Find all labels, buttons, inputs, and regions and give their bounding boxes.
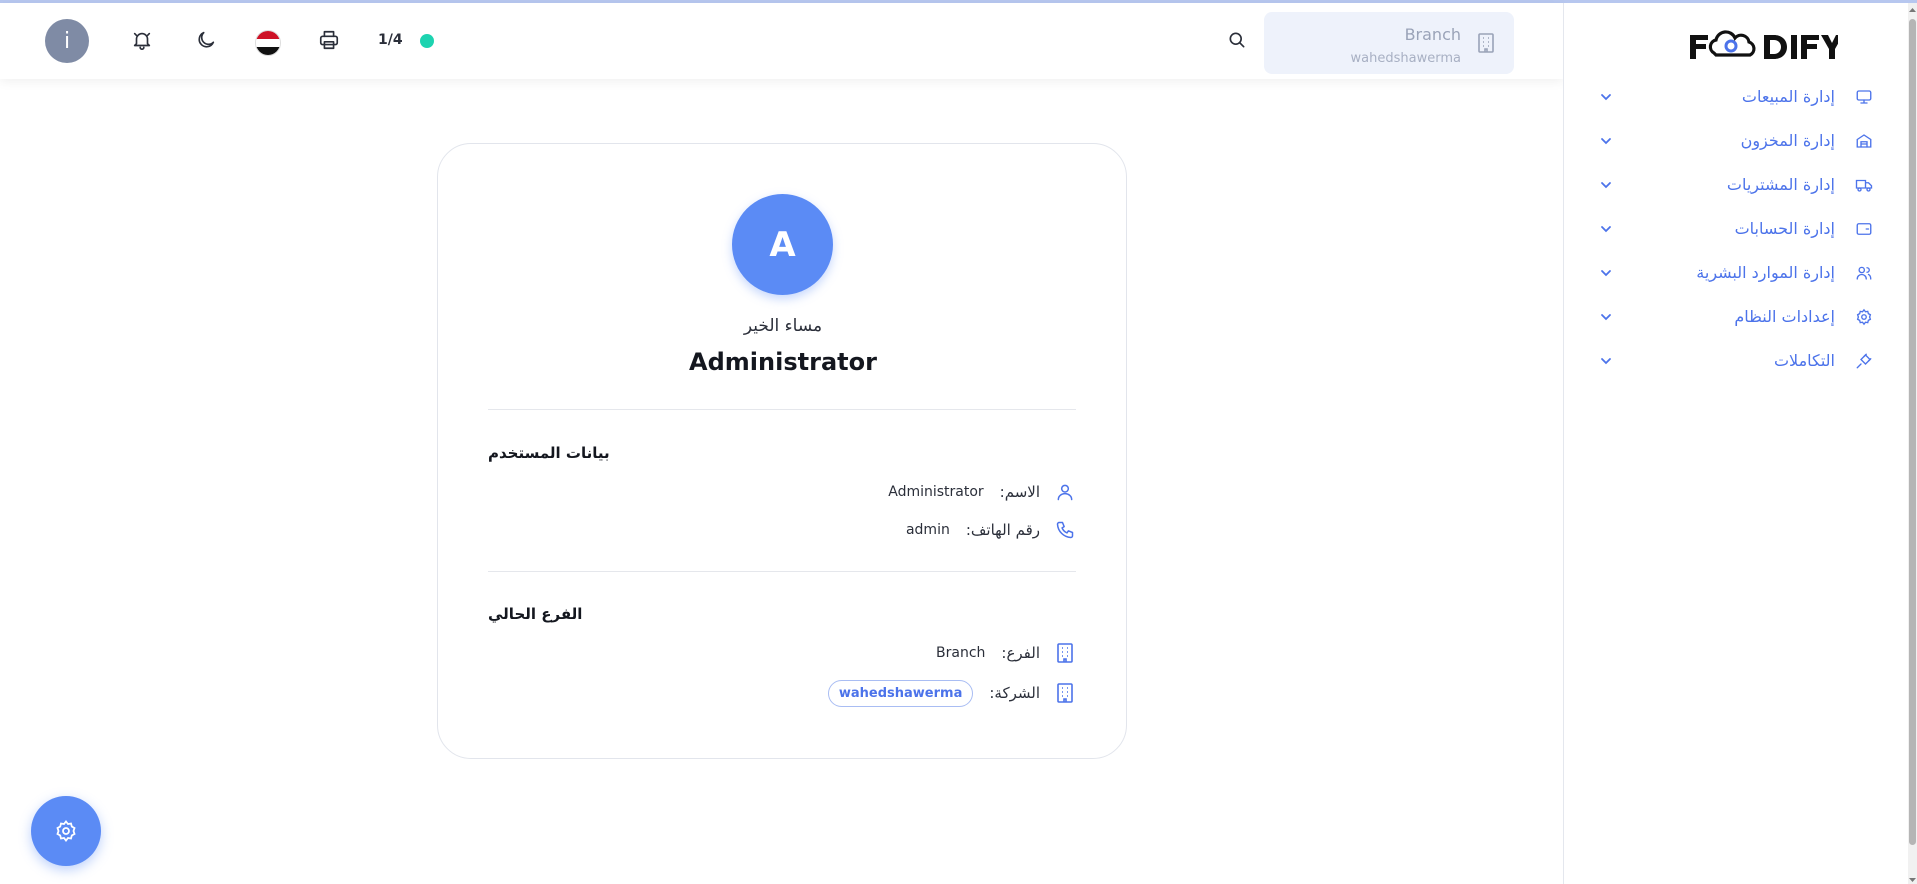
chevron-down-icon [1601, 270, 1611, 277]
sidebar-item-purchases[interactable]: إدارة المشتريات [1564, 167, 1909, 203]
users-icon [1856, 266, 1872, 280]
scrollbar-thumb[interactable] [1909, 19, 1916, 845]
sidebar-item-hr[interactable]: إدارة الموارد البشرية [1564, 255, 1909, 291]
foodify-logo[interactable] [1688, 29, 1843, 63]
chevron-down-icon [1601, 314, 1611, 321]
sidebar-item-label: إعدادات النظام [1734, 307, 1835, 326]
current-branch-title: الفرع الحالي [488, 605, 583, 623]
name-value: Administrator [888, 484, 984, 500]
phone-icon [1054, 519, 1076, 541]
profile-avatar: A [732, 194, 833, 295]
printer-icon[interactable] [316, 27, 342, 53]
gear-icon [1856, 308, 1872, 326]
name-label: الاسم: [999, 483, 1040, 501]
gear-icon [56, 820, 76, 842]
chevron-down-icon [1601, 358, 1611, 365]
building-icon [1476, 32, 1496, 58]
sidebar-item-label: إدارة المبيعات [1741, 87, 1835, 106]
sidebar-item-accounts[interactable]: إدارة الحسابات [1564, 211, 1909, 247]
user-phone-row: رقم الهاتف: admin [906, 518, 1076, 542]
greeting-text: مساء الخير [743, 316, 823, 336]
moon-icon[interactable] [193, 27, 219, 53]
sidebar-item-sales[interactable]: إدارة المبيعات [1564, 79, 1909, 115]
app-root: i 1/4 Branch wahedshawerma إدارة المبيعا… [0, 0, 1917, 884]
branch-value: Branch [936, 645, 986, 661]
warehouse-icon [1856, 134, 1872, 148]
chevron-down-icon [1601, 94, 1611, 101]
sidebar: إدارة المبيعات إدارة المخزون إدارة المشت… [1563, 3, 1908, 884]
chevron-down-icon [1601, 182, 1611, 189]
scroll-down-arrow-icon[interactable] [1908, 875, 1917, 884]
wallet-icon [1856, 223, 1872, 235]
profile-card: A مساء الخير Administrator بيانات المستخ… [437, 143, 1127, 759]
top-header: i 1/4 Branch wahedshawerma [0, 3, 1563, 79]
profile-display-name: Administrator [689, 348, 877, 376]
branch-label: الفرع: [1001, 644, 1040, 662]
branch-name: Branch [1404, 25, 1461, 44]
sidebar-item-label: إدارة الموارد البشرية [1696, 263, 1835, 282]
page-indicator: 1/4 [378, 32, 403, 48]
company-row: الشركة: wahedshawerma [827, 679, 1076, 707]
user-name-row: الاسم: Administrator [888, 480, 1076, 504]
sidebar-item-inventory[interactable]: إدارة المخزون [1564, 123, 1909, 159]
branch-row: الفرع: Branch [936, 641, 1076, 665]
egypt-flag-icon[interactable] [255, 30, 281, 56]
scroll-up-arrow-icon[interactable] [1908, 5, 1917, 15]
plug-icon [1856, 353, 1872, 369]
truck-icon [1855, 179, 1873, 192]
bell-icon[interactable] [129, 27, 155, 53]
building-icon [1054, 682, 1076, 704]
search-icon[interactable] [1227, 30, 1247, 54]
phone-value: admin [905, 522, 950, 538]
phone-label: رقم الهاتف: [965, 521, 1040, 539]
branch-selector[interactable]: Branch wahedshawerma [1264, 12, 1514, 74]
company-label: الشركة: [989, 684, 1040, 702]
page-scrollbar[interactable] [1908, 3, 1917, 884]
status-dot [420, 34, 434, 48]
sidebar-item-integrations[interactable]: التكاملات [1564, 343, 1909, 379]
sidebar-item-system-settings[interactable]: إعدادات النظام [1564, 299, 1909, 335]
chevron-down-icon [1601, 138, 1611, 145]
user-info-title: بيانات المستخدم [488, 444, 610, 462]
user-avatar[interactable]: i [45, 19, 89, 63]
building-icon [1054, 642, 1076, 664]
chevron-down-icon [1601, 226, 1611, 233]
settings-fab-button[interactable] [31, 796, 101, 866]
sidebar-item-label: إدارة المخزون [1740, 131, 1835, 150]
sidebar-item-label: إدارة المشتريات [1726, 175, 1835, 194]
user-icon [1054, 481, 1076, 503]
sidebar-item-label: إدارة الحسابات [1734, 219, 1835, 238]
sidebar-item-label: التكاملات [1773, 351, 1835, 370]
monitor-icon [1856, 90, 1872, 104]
divider [488, 571, 1076, 572]
branch-company: wahedshawerma [1350, 51, 1461, 66]
divider [488, 409, 1076, 410]
company-badge: wahedshawerma [827, 679, 974, 707]
